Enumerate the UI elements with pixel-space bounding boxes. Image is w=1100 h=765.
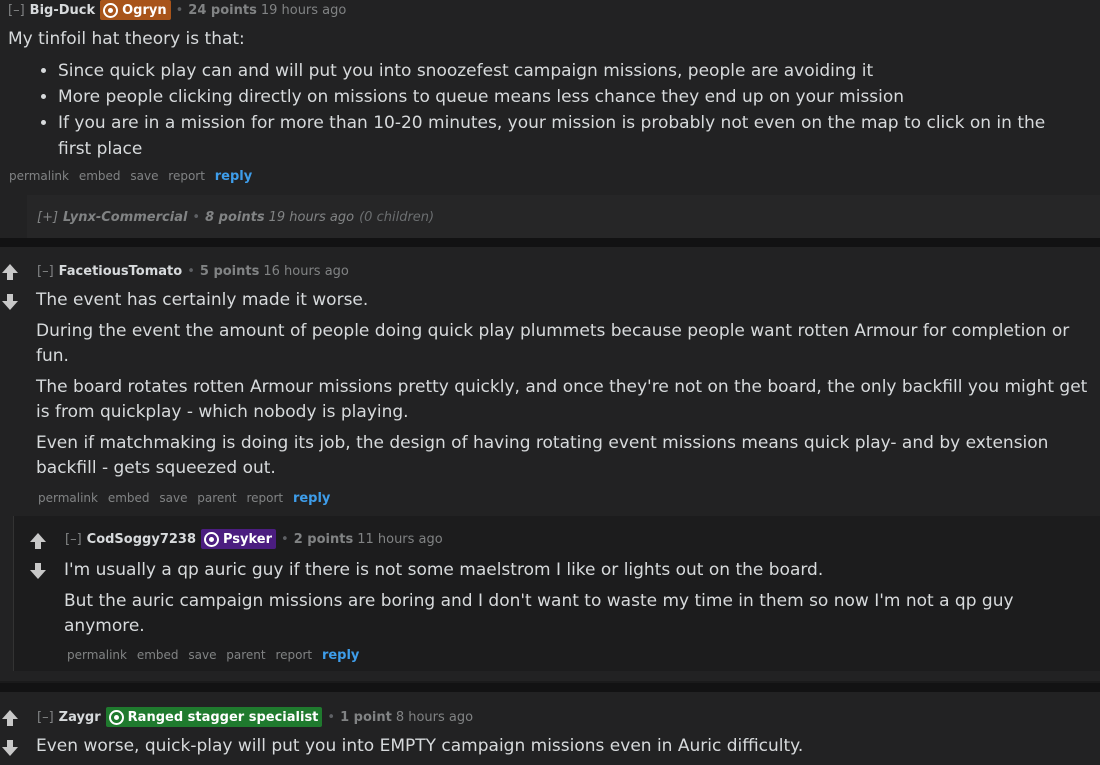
separator-dot: •	[175, 2, 184, 18]
reply-button[interactable]: reply	[215, 169, 252, 184]
timestamp: 11 hours ago	[357, 531, 443, 547]
collapse-toggle[interactable]: [–]	[37, 710, 54, 725]
reply-button[interactable]: reply	[293, 491, 330, 506]
flair-text: Psyker	[223, 531, 273, 547]
save-button[interactable]: save	[159, 491, 187, 505]
comment-tagline: [–] FacetiousTomato • 5 points 16 hours …	[37, 261, 349, 281]
comment-buttons: permalink embed save parent report reply	[38, 491, 336, 506]
downvote-arrow-icon[interactable]	[0, 738, 20, 758]
bullet-list: Since quick play can and will put you in…	[8, 58, 1083, 162]
upvote-arrow-icon[interactable]	[0, 708, 20, 728]
collapsed-comment-tagline: [+] Lynx-Commercial • 8 points 19 hours …	[37, 207, 434, 227]
downvote-arrow-icon[interactable]	[0, 292, 20, 312]
collapse-toggle[interactable]: [–]	[8, 3, 25, 18]
timestamp: 16 hours ago	[263, 263, 349, 279]
separator-dot: •	[187, 263, 195, 279]
score: 2 points	[293, 531, 354, 547]
collapse-toggle[interactable]: [–]	[65, 532, 82, 547]
comment-tagline: [–] Big-Duck Ogryn • 24 points 19 hours …	[8, 0, 346, 20]
comment-paragraph: The board rotates rotten Armour missions…	[36, 377, 1088, 422]
save-button[interactable]: save	[130, 169, 158, 183]
separator-dot: •	[192, 209, 201, 225]
flair-text: Ranged stagger specialist	[127, 709, 319, 725]
children-count: (0 children)	[359, 209, 435, 225]
reply-button[interactable]: reply	[322, 648, 359, 663]
user-flair: Ogryn	[100, 0, 171, 20]
author-link[interactable]: Big-Duck	[30, 3, 95, 18]
save-button[interactable]: save	[188, 648, 216, 662]
separator-dot: •	[281, 531, 289, 547]
author-link[interactable]: Zaygr	[59, 710, 101, 725]
gear-flair-icon	[108, 709, 124, 725]
comment-divider	[0, 683, 1100, 692]
timestamp: 19 hours ago	[268, 209, 355, 225]
timestamp: 19 hours ago	[260, 2, 347, 18]
parent-button[interactable]: parent	[226, 648, 265, 662]
report-button[interactable]: report	[275, 648, 312, 662]
author-link[interactable]: Lynx-Commercial	[63, 210, 187, 225]
permalink-button[interactable]: permalink	[67, 648, 127, 662]
comment-body: The event has certainly made it worse. D…	[36, 288, 1096, 481]
collapse-toggle[interactable]: [–]	[37, 264, 54, 279]
author-link[interactable]: FacetiousTomato	[59, 264, 183, 279]
permalink-button[interactable]: permalink	[38, 491, 98, 505]
comment-paragraph: But the auric campaign missions are bori…	[64, 591, 1014, 636]
score: 1 point	[340, 709, 392, 725]
comment-body: My tinfoil hat theory is that: Since qui…	[8, 27, 1083, 162]
embed-button[interactable]: embed	[137, 648, 179, 662]
permalink-button[interactable]: permalink	[9, 169, 69, 183]
comment-buttons: permalink embed save report reply	[9, 169, 258, 184]
user-flair: Psyker	[201, 529, 277, 549]
comment-paragraph: My tinfoil hat theory is that:	[8, 29, 245, 49]
score: 8 points	[205, 209, 265, 225]
downvote-arrow-icon[interactable]	[28, 561, 48, 581]
embed-button[interactable]: embed	[79, 169, 121, 183]
comment-paragraph: Even worse, quick-play will put you into…	[36, 736, 804, 756]
flair-text: Ogryn	[122, 2, 167, 18]
bullet-item: Since quick play can and will put you in…	[58, 58, 1083, 84]
bullet-item: More people clicking directly on mission…	[58, 84, 1083, 110]
comment-paragraph: The event has certainly made it worse.	[36, 290, 369, 310]
psyker-flair-icon	[204, 531, 219, 547]
comment-body: I'm usually a qp auric guy if there is n…	[64, 558, 1094, 639]
report-button[interactable]: report	[168, 169, 205, 183]
comment-paragraph: During the event the amount of people do…	[36, 321, 1070, 366]
timestamp: 8 hours ago	[395, 709, 474, 725]
upvote-arrow-icon[interactable]	[28, 531, 48, 551]
author-link[interactable]: CodSoggy7238	[87, 532, 196, 547]
comment-buttons: permalink embed save parent report reply	[67, 648, 365, 663]
upvote-arrow-icon[interactable]	[0, 262, 20, 282]
embed-button[interactable]: embed	[108, 491, 150, 505]
expand-toggle[interactable]: [+]	[37, 210, 58, 225]
ogryn-flair-icon	[103, 2, 119, 18]
comment-divider	[0, 238, 1100, 247]
report-button[interactable]: report	[246, 491, 283, 505]
parent-button[interactable]: parent	[197, 491, 236, 505]
comment-body: Even worse, quick-play will put you into…	[36, 734, 1096, 759]
comment-paragraph: Even if matchmaking is doing its job, th…	[36, 433, 1049, 478]
comment-paragraph: I'm usually a qp auric guy if there is n…	[64, 560, 824, 580]
score: 24 points	[188, 2, 257, 18]
comment-tagline: [–] Zaygr Ranged stagger specialist • 1 …	[37, 707, 473, 727]
user-flair: Ranged stagger specialist	[105, 707, 323, 727]
separator-dot: •	[327, 709, 336, 725]
score: 5 points	[199, 263, 260, 279]
comment-tagline: [–] CodSoggy7238 Psyker • 2 points 11 ho…	[65, 529, 443, 549]
bullet-item: If you are in a mission for more than 10…	[58, 110, 1083, 162]
